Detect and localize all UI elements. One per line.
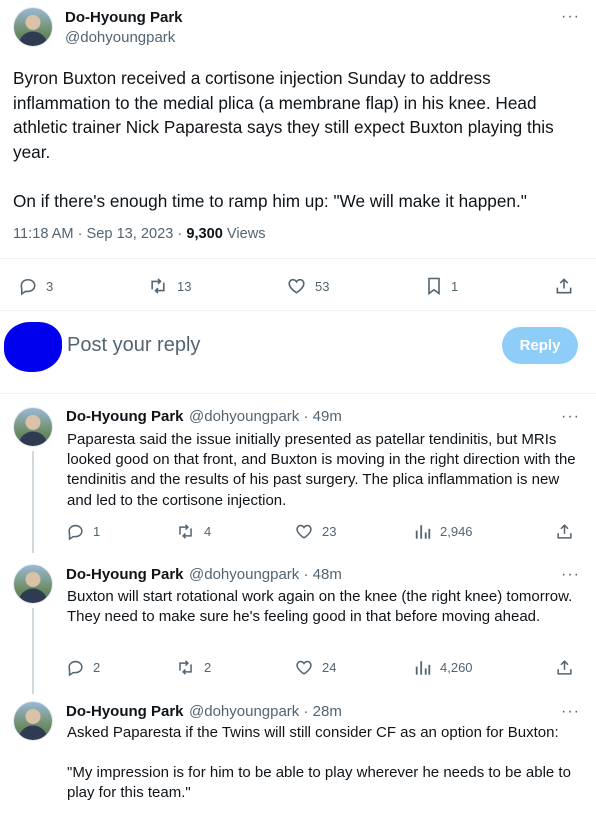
retweet-count: 4 bbox=[204, 524, 212, 539]
author-handle[interactable]: @dohyoungpark bbox=[65, 29, 175, 46]
thread-connector bbox=[32, 451, 34, 553]
bookmark-action[interactable]: 1 bbox=[425, 276, 458, 296]
like-action[interactable]: 53 bbox=[286, 276, 329, 296]
share-upload-icon bbox=[557, 660, 572, 675]
reply-button[interactable]: Reply bbox=[502, 327, 578, 364]
reply-action[interactable]: 1 bbox=[66, 522, 100, 541]
reply-count: 1 bbox=[93, 524, 101, 539]
author-avatar[interactable] bbox=[13, 7, 53, 47]
author-handle[interactable]: @dohyoungpark · 49m bbox=[189, 408, 342, 425]
reply-bubble-icon bbox=[68, 524, 83, 541]
author-handle[interactable]: @dohyoungpark · 48m bbox=[189, 566, 342, 583]
author-name[interactable]: Do-Hyoung Park bbox=[66, 408, 184, 425]
retweet-icon bbox=[179, 660, 192, 675]
reply-bubble-icon bbox=[68, 660, 83, 677]
reply-text-paragraph: Paparesta said the issue initially prese… bbox=[67, 431, 576, 509]
retweet-count: 2 bbox=[204, 660, 212, 675]
views-action[interactable]: 4,260 bbox=[414, 658, 473, 677]
more-options-icon[interactable]: ··· bbox=[561, 9, 580, 25]
more-options-icon[interactable]: ··· bbox=[561, 704, 580, 720]
author-name[interactable]: Do-Hyoung Park bbox=[66, 703, 184, 720]
thread-connector bbox=[32, 608, 34, 694]
author-name[interactable]: Do-Hyoung Park bbox=[66, 566, 184, 583]
heart-icon bbox=[296, 660, 312, 675]
retweet-icon bbox=[151, 278, 165, 294]
more-options-icon[interactable]: ··· bbox=[561, 567, 580, 583]
analytics-bars-icon bbox=[415, 525, 431, 539]
heart-icon bbox=[296, 524, 312, 539]
divider bbox=[0, 393, 596, 394]
author-name[interactable]: Do-Hyoung Park bbox=[65, 9, 183, 26]
more-options-icon[interactable]: ··· bbox=[561, 409, 580, 425]
tweet-meta: 11:18 AM · Sep 13, 2023 · 9,300 Views bbox=[13, 226, 266, 242]
views-label: Views bbox=[222, 226, 266, 242]
heart-icon bbox=[288, 278, 305, 294]
like-action[interactable]: 23 bbox=[294, 522, 336, 541]
tweet-text-paragraph: On if there's enough time to ramp him up… bbox=[13, 190, 527, 211]
tweet-text-paragraph: Byron Buxton received a cortisone inject… bbox=[13, 68, 554, 162]
reply-text: Paparesta said the issue initially prese… bbox=[67, 430, 579, 511]
author-avatar[interactable] bbox=[13, 407, 53, 447]
reply-text-paragraph: Asked Paparesta if the Twins will still … bbox=[67, 724, 559, 741]
author-handle[interactable]: @dohyoungpark · 28m bbox=[189, 703, 342, 720]
reply-input[interactable]: Post your reply bbox=[67, 334, 200, 357]
redacted-avatar bbox=[4, 322, 62, 372]
views-action[interactable]: 2,946 bbox=[414, 522, 473, 541]
reply-bubble-icon bbox=[20, 278, 36, 296]
retweet-icon bbox=[179, 524, 192, 539]
retweet-count: 13 bbox=[177, 278, 192, 294]
like-count: 24 bbox=[322, 660, 337, 675]
retweet-action[interactable]: 4 bbox=[175, 522, 211, 541]
views-count: 9,300 bbox=[186, 226, 223, 242]
bookmark-icon bbox=[428, 277, 440, 296]
like-action[interactable]: 24 bbox=[294, 658, 336, 677]
views-count: 4,260 bbox=[440, 660, 473, 675]
reply-text-paragraph: "My impression is for him to be able to … bbox=[67, 764, 571, 802]
reply-action[interactable]: 3 bbox=[18, 276, 53, 296]
reply-action[interactable]: 2 bbox=[66, 658, 100, 677]
share-action[interactable] bbox=[554, 276, 574, 296]
share-upload-icon bbox=[557, 524, 572, 539]
reply-text: Buxton will start rotational work again … bbox=[67, 587, 579, 627]
reply-text-paragraph: Buxton will start rotational work again … bbox=[67, 588, 573, 626]
like-count: 23 bbox=[322, 524, 337, 539]
share-action[interactable] bbox=[555, 658, 574, 677]
share-upload-icon bbox=[556, 278, 572, 294]
reply-text: Asked Paparesta if the Twins will still … bbox=[67, 723, 579, 804]
like-count: 53 bbox=[315, 278, 330, 294]
divider bbox=[0, 310, 596, 311]
retweet-action[interactable]: 13 bbox=[147, 276, 191, 296]
tweet-timestamp[interactable]: 11:18 AM · Sep 13, 2023 · bbox=[13, 226, 186, 242]
tweet-text: Byron Buxton received a cortisone inject… bbox=[13, 66, 583, 213]
divider bbox=[0, 258, 596, 259]
share-action[interactable] bbox=[555, 522, 574, 541]
reply-count: 3 bbox=[46, 278, 54, 294]
retweet-action[interactable]: 2 bbox=[175, 658, 211, 677]
author-avatar[interactable] bbox=[13, 564, 53, 604]
analytics-bars-icon bbox=[415, 661, 431, 675]
author-avatar[interactable] bbox=[13, 701, 53, 741]
reply-count: 2 bbox=[93, 660, 101, 675]
views-count: 2,946 bbox=[440, 524, 473, 539]
bookmark-count: 1 bbox=[451, 278, 459, 294]
